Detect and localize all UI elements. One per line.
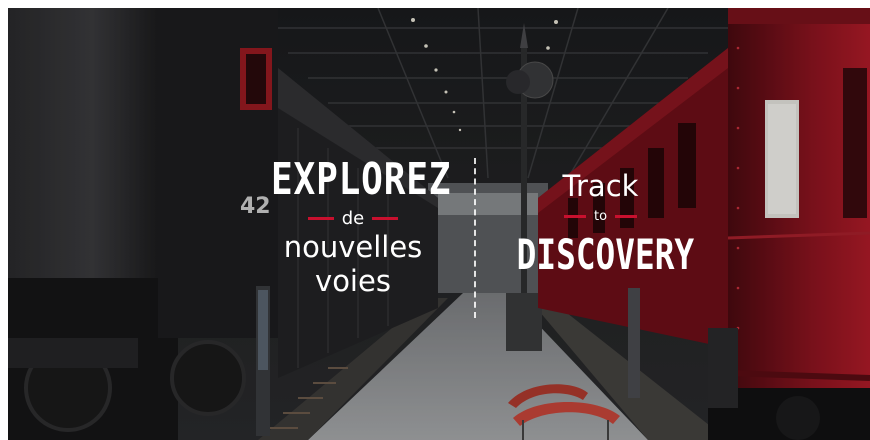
french-connector: de <box>253 206 453 230</box>
french-title-de: de <box>341 207 365 229</box>
french-title-main: EXPLOREZ <box>271 154 452 205</box>
accent-line <box>563 214 586 218</box>
english-title-main: DISCOVERY <box>516 230 695 279</box>
french-title: EXPLOREZ de nouvelles voies <box>253 154 453 298</box>
english-title-to: to <box>593 208 608 224</box>
french-title-voies: voies <box>315 264 391 298</box>
accent-line <box>615 214 638 218</box>
dashed-divider <box>474 158 476 318</box>
english-connector: to <box>493 204 708 228</box>
accent-line <box>307 216 334 220</box>
french-title-nouvelles: nouvelles <box>283 230 423 264</box>
hero-banner: 42 EXPLOREZ de nouvelles voies Track to … <box>8 8 870 440</box>
english-title-track: Track <box>562 169 639 203</box>
accent-line <box>372 216 399 220</box>
english-title: Track to DISCOVERY <box>493 168 708 282</box>
